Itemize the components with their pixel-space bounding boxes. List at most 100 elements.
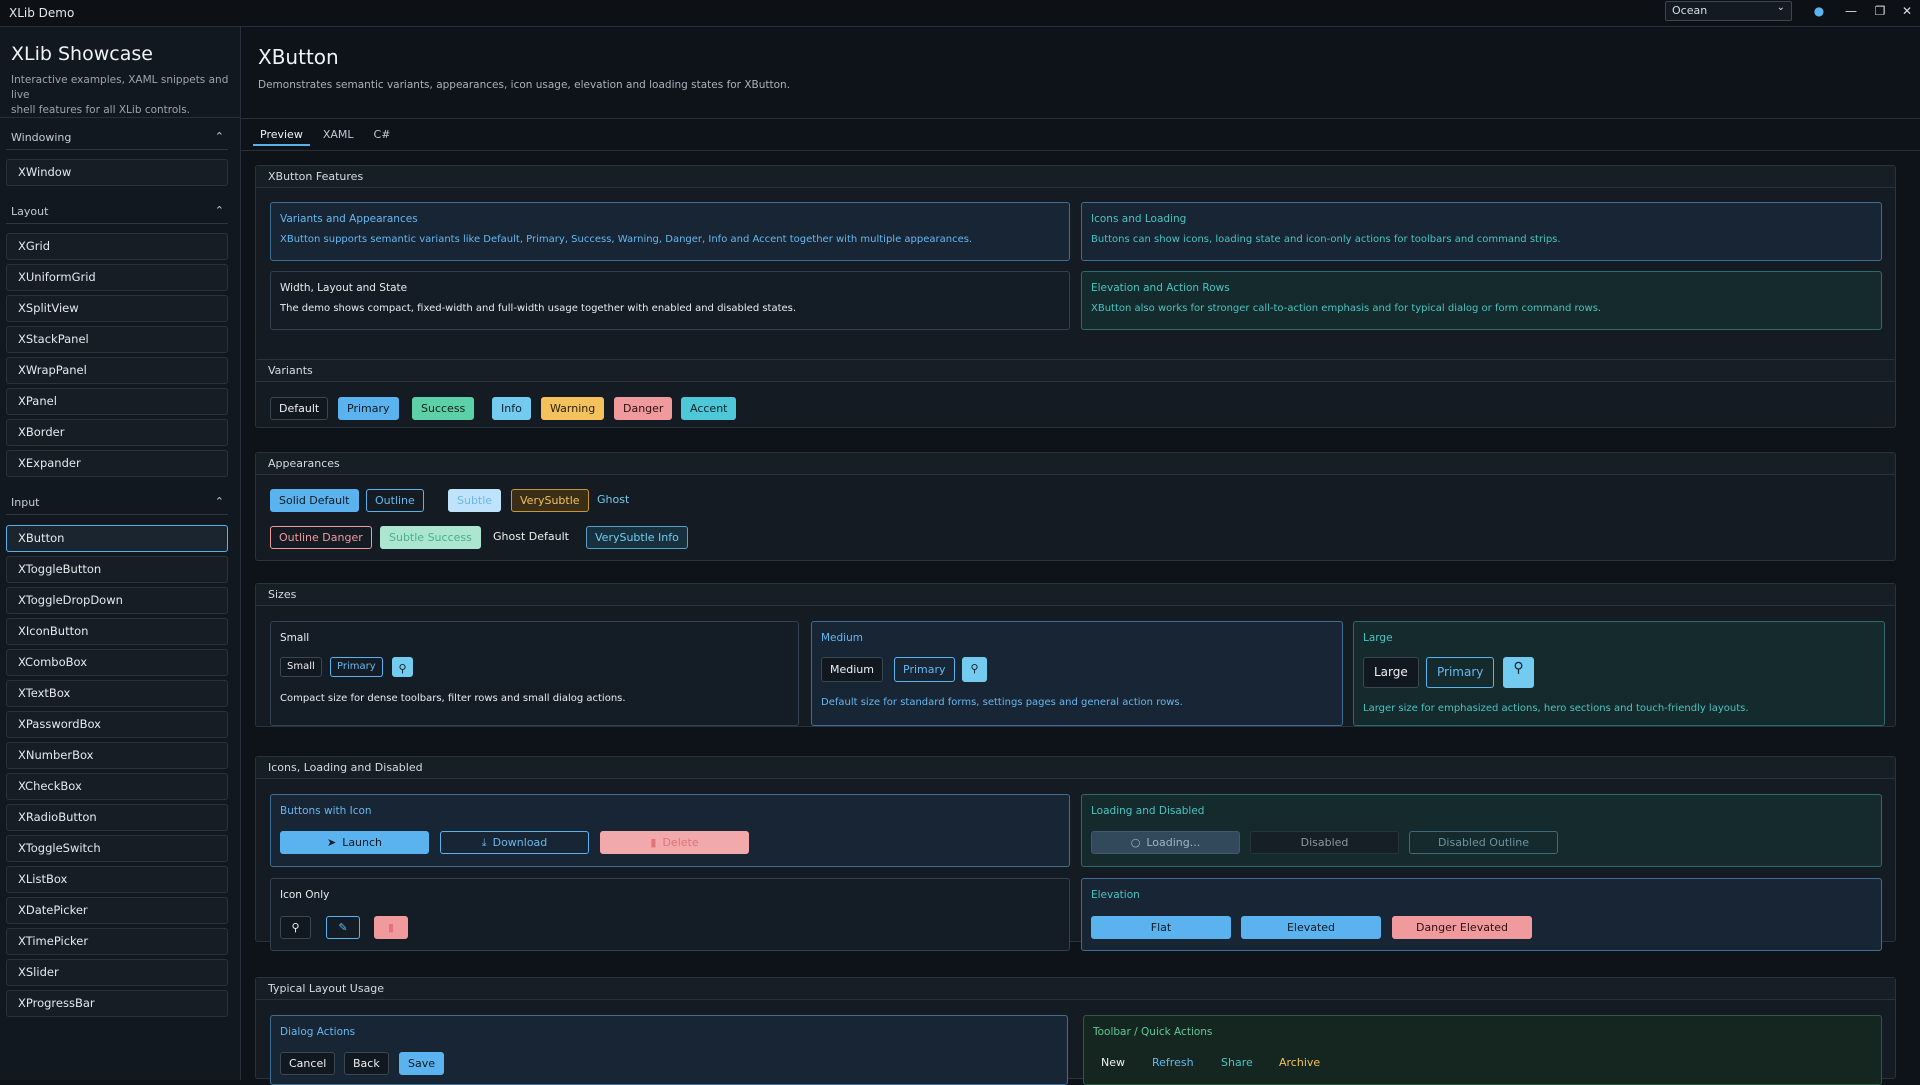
share-button[interactable]: Share	[1213, 1052, 1261, 1075]
primary-button[interactable]: Primary	[338, 397, 399, 420]
close-icon[interactable]: ✕	[1896, 2, 1918, 20]
search-icon: ⚲	[970, 662, 979, 675]
disabled-outline-button[interactable]: Disabled Outline	[1409, 831, 1558, 854]
feature-card-text: Buttons can show icons, loading state an…	[1091, 234, 1561, 245]
sidebar-item-xdatepicker[interactable]: XDatePicker	[6, 897, 228, 924]
card-title: Toolbar / Quick Actions	[1093, 1026, 1213, 1038]
buttons-with-icon-card: Buttons with Icon ➤ Launch ⤓ Download ▮ Del…	[270, 794, 1070, 867]
subtle-success-button[interactable]: Subtle Success	[380, 526, 481, 549]
large-button[interactable]: Large	[1363, 657, 1419, 688]
sidebar-item-xradiobutton[interactable]: XRadioButton	[6, 804, 228, 831]
new-button[interactable]: New	[1093, 1052, 1133, 1075]
save-button[interactable]: Save	[399, 1052, 445, 1075]
large-search-button[interactable]: ⚲	[1503, 657, 1534, 688]
sidebar-item-xborder[interactable]: XBorder	[6, 419, 228, 446]
warning-button[interactable]: Warning	[541, 397, 605, 420]
large-primary-button[interactable]: Primary	[1426, 657, 1495, 688]
sidebar-item-xpanel[interactable]: XPanel	[6, 388, 228, 415]
sidebar-item-xtoggleswitch[interactable]: XToggleSwitch	[6, 835, 228, 862]
delete-button[interactable]: ▮ Delete	[600, 831, 749, 854]
small-button[interactable]: Small	[280, 657, 322, 677]
small-primary-button[interactable]: Primary	[330, 657, 383, 677]
group-header-windowing[interactable]: Windowing ⌃	[6, 128, 228, 150]
medium-primary-button[interactable]: Primary	[894, 657, 955, 682]
sidebar-item-xtimepicker[interactable]: XTimePicker	[6, 928, 228, 955]
sidebar-item-xtogglebutton[interactable]: XToggleButton	[6, 556, 228, 583]
group-header-input[interactable]: Input ⌃	[6, 493, 228, 515]
sidebar-item-xgrid[interactable]: XGrid	[6, 233, 228, 260]
flat-button[interactable]: Flat	[1091, 916, 1231, 939]
medium-button[interactable]: Medium	[821, 657, 883, 682]
rocket-icon: ➤	[326, 836, 337, 849]
sidebar-item-xsplitview[interactable]: XSplitView	[6, 295, 228, 322]
verysubtle-button[interactable]: VerySubtle	[511, 489, 589, 512]
restore-icon[interactable]: ❐	[1869, 2, 1891, 20]
sidebar-item-xwrappanel[interactable]: XWrapPanel	[6, 357, 228, 384]
group-header-layout[interactable]: Layout ⌃	[6, 202, 228, 224]
sidebar-item-xbutton[interactable]: XButton	[6, 525, 228, 552]
size-card-title: Small	[280, 632, 310, 644]
subtle-button[interactable]: Subtle	[448, 489, 502, 512]
lightbulb-icon[interactable]: ●	[1808, 2, 1830, 20]
danger-button[interactable]: Danger	[614, 397, 673, 420]
sidebar-item-xpasswordbox[interactable]: XPasswordBox	[6, 711, 228, 738]
small-search-button[interactable]: ⚲	[392, 657, 413, 677]
sidebar-item-xuniformgrid[interactable]: XUniformGrid	[6, 264, 228, 291]
sidebar-item-xtextbox[interactable]: XTextBox	[6, 680, 228, 707]
tab-xaml[interactable]: XAML	[316, 125, 361, 146]
sidebar-item-xiconbutton[interactable]: XIconButton	[6, 618, 228, 645]
refresh-button[interactable]: Refresh	[1144, 1052, 1202, 1075]
archive-button[interactable]: Archive	[1271, 1052, 1328, 1075]
minimize-icon[interactable]: —	[1840, 2, 1862, 20]
feature-card-text: XButton supports semantic variants like …	[280, 234, 973, 245]
cancel-button[interactable]: Cancel	[280, 1052, 336, 1075]
size-card-text: Larger size for emphasized actions, hero…	[1363, 703, 1749, 714]
danger-elevated-button[interactable]: Danger Elevated	[1392, 916, 1532, 939]
size-card-small: Small Small Primary ⚲ Compact size for d…	[270, 621, 799, 726]
sidebar-item-xstackpanel[interactable]: XStackPanel	[6, 326, 228, 353]
sidebar-item-xcheckbox[interactable]: XCheckBox	[6, 773, 228, 800]
theme-select[interactable]: Ocean ⌄	[1665, 1, 1792, 21]
feature-card: Elevation and Action Rows XButton also w…	[1081, 271, 1882, 330]
back-button[interactable]: Back	[344, 1052, 389, 1075]
feature-card-title: Variants and Appearances	[280, 213, 418, 225]
sidebar-item-xtoggledropdown[interactable]: XToggleDropDown	[6, 587, 228, 614]
group-label: Input	[11, 496, 40, 509]
app-title: XLib Demo	[9, 6, 75, 20]
ghost-default-button[interactable]: Ghost Default	[485, 526, 577, 549]
elevated-button[interactable]: Elevated	[1241, 916, 1381, 939]
accent-button[interactable]: Accent	[681, 397, 737, 420]
tab-preview[interactable]: Preview	[253, 125, 310, 146]
sidebar-item-xlistbox[interactable]: XListBox	[6, 866, 228, 893]
outline-button[interactable]: Outline	[366, 489, 424, 512]
sidebar-item-xexpander[interactable]: XExpander	[6, 450, 228, 477]
default-button[interactable]: Default	[270, 397, 329, 420]
edit-icon-button[interactable]: ✎	[326, 916, 360, 939]
sidebar-item-xslider[interactable]: XSlider	[6, 959, 228, 986]
launch-button-label: Launch	[342, 836, 383, 849]
launch-button[interactable]: ➤ Launch	[280, 831, 429, 854]
outline-danger-button[interactable]: Outline Danger	[270, 526, 372, 549]
theme-select-value: Ocean	[1672, 4, 1708, 17]
success-button[interactable]: Success	[412, 397, 475, 420]
sidebar-item-xprogressbar[interactable]: XProgressBar	[6, 990, 228, 1017]
disabled-button[interactable]: Disabled	[1250, 831, 1399, 854]
card-title: Loading and Disabled	[1091, 805, 1205, 817]
loading-button[interactable]: ○ Loading...	[1091, 831, 1240, 854]
verysubtle-info-button[interactable]: VerySubtle Info	[586, 526, 688, 549]
medium-search-button[interactable]: ⚲	[962, 657, 987, 682]
sidebar-item-xcombobox[interactable]: XComboBox	[6, 649, 228, 676]
sidebar-item-xnumberbox[interactable]: XNumberBox	[6, 742, 228, 769]
solid-default-button[interactable]: Solid Default	[270, 489, 359, 512]
size-card-title: Large	[1363, 632, 1393, 644]
delete-icon-button[interactable]: ▮	[374, 916, 408, 939]
section-header: XButton Features	[256, 166, 1895, 188]
icons-section: Icons, Loading and Disabled Buttons with…	[255, 756, 1896, 951]
sidebar-item-xwindow[interactable]: XWindow	[6, 159, 228, 186]
tab-csharp[interactable]: C#	[367, 125, 398, 146]
search-icon-button[interactable]: ⚲	[280, 916, 311, 939]
download-button[interactable]: ⤓ Download	[440, 831, 589, 854]
info-button[interactable]: Info	[492, 397, 531, 420]
ghost-button[interactable]: Ghost	[589, 489, 637, 512]
group-label: Layout	[11, 205, 49, 218]
